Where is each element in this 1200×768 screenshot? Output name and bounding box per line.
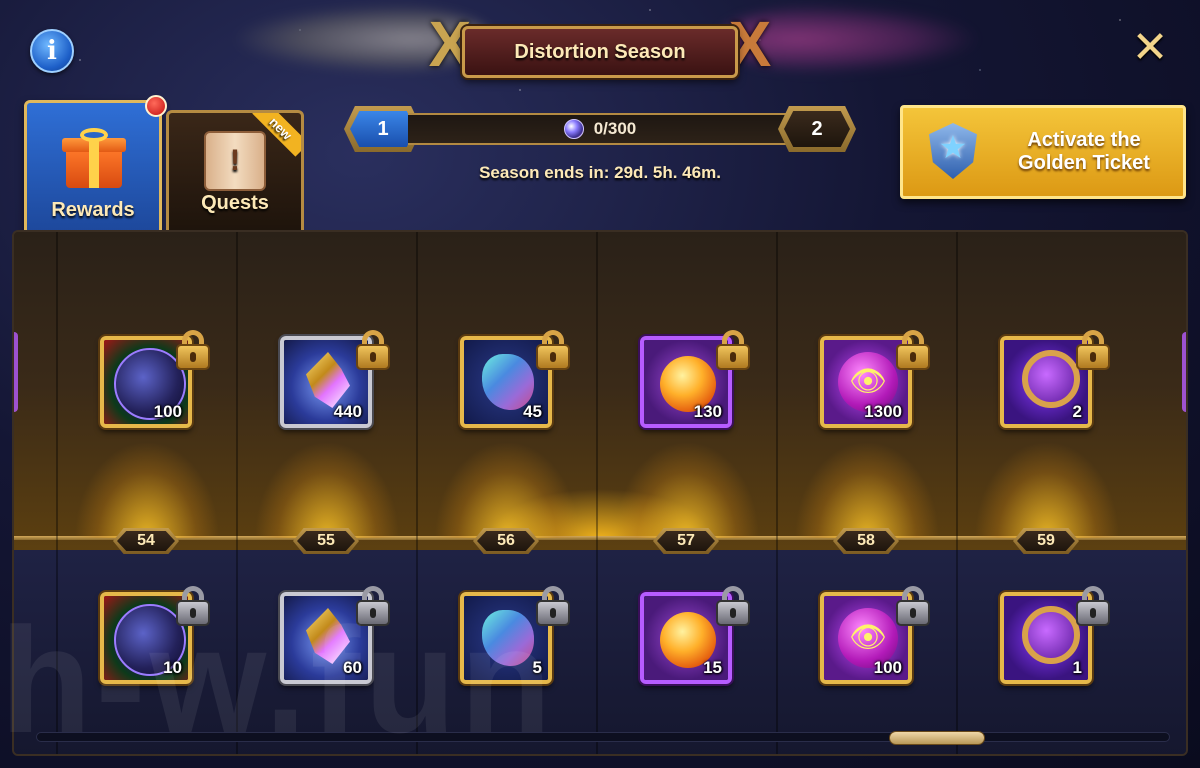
- grey-lock-icon: [176, 586, 210, 626]
- scrollbar-thumb[interactable]: [889, 731, 985, 745]
- golden-ticket-emblem-icon: ★: [915, 117, 991, 187]
- level-marker: 57: [653, 528, 719, 554]
- gold-lock-icon: [896, 330, 930, 370]
- reward-quantity: 10: [163, 658, 182, 677]
- level-marker: 59: [1013, 528, 1079, 554]
- grey-lock-icon: [1076, 586, 1110, 626]
- gold-lock-icon: [176, 330, 210, 370]
- grey-lock-icon: [716, 586, 750, 626]
- grey-lock-icon: [896, 586, 930, 626]
- activate-golden-ticket-button[interactable]: ★ Activate the Golden Ticket: [900, 105, 1186, 199]
- grey-lock-icon: [536, 586, 570, 626]
- level-marker: 55: [293, 528, 359, 554]
- level-marker: 58: [833, 528, 899, 554]
- level-number: 57: [657, 531, 715, 551]
- level-number: 54: [117, 531, 175, 551]
- progress-points: 0/300: [593, 119, 637, 138]
- gold-lock-icon: [536, 330, 570, 370]
- reward-quantity: 440: [333, 402, 362, 421]
- info-icon[interactable]: i: [30, 29, 74, 73]
- next-level-badge: 2: [778, 106, 856, 152]
- tab-rewards[interactable]: Rewards: [24, 95, 167, 245]
- season-title: Distortion Season: [462, 26, 738, 78]
- level-marker: 54: [113, 528, 179, 554]
- grey-lock-icon: [356, 586, 390, 626]
- tab-quests-label: Quests: [201, 192, 269, 214]
- golden-ticket-label: Activate the Golden Ticket: [1018, 129, 1150, 174]
- reward-quantity: 100: [873, 658, 902, 677]
- season-ends-text: Season ends in: 29d. 5h. 46m.: [479, 163, 721, 182]
- level-number: 56: [477, 531, 535, 551]
- close-icon[interactable]: ✕: [1128, 26, 1172, 70]
- reward-quantity: 1300: [864, 402, 902, 421]
- level-number: 55: [297, 531, 355, 551]
- gold-lock-icon: [1076, 330, 1110, 370]
- gold-lock-icon: [716, 330, 750, 370]
- level-marker: 56: [473, 528, 539, 554]
- reward-quantity: 60: [343, 658, 362, 677]
- tab-rewards-label: Rewards: [51, 199, 135, 221]
- gift-icon: [62, 128, 126, 188]
- level-number: 59: [1017, 531, 1075, 551]
- prev-reward-edge: [14, 332, 18, 412]
- notification-dot: [145, 95, 167, 117]
- orb-icon: [563, 119, 584, 139]
- horizontal-scrollbar[interactable]: [36, 731, 1170, 745]
- scroll-icon: !: [204, 131, 266, 191]
- tab-quests[interactable]: ! new Quests: [166, 110, 304, 238]
- reward-quantity: 2: [1072, 402, 1082, 421]
- gold-lock-icon: [356, 330, 390, 370]
- reward-quantity: 15: [703, 658, 722, 677]
- level-number: 58: [837, 531, 895, 551]
- current-level-value: 1: [350, 111, 416, 147]
- reward-quantity: 1: [1072, 658, 1082, 677]
- reward-quantity: 5: [532, 658, 542, 677]
- next-level-value: 2: [784, 111, 850, 147]
- rewards-track[interactable]: 100 10 54 440 60 55 45 5 56 130 15 57 1300 100 58 2 1 59: [12, 230, 1188, 756]
- reward-quantity: 45: [523, 402, 542, 421]
- reward-quantity: 100: [153, 402, 182, 421]
- next-reward-edge: [1182, 332, 1186, 412]
- season-progress-bar: 0/300: [408, 113, 792, 145]
- reward-quantity: 130: [693, 402, 722, 421]
